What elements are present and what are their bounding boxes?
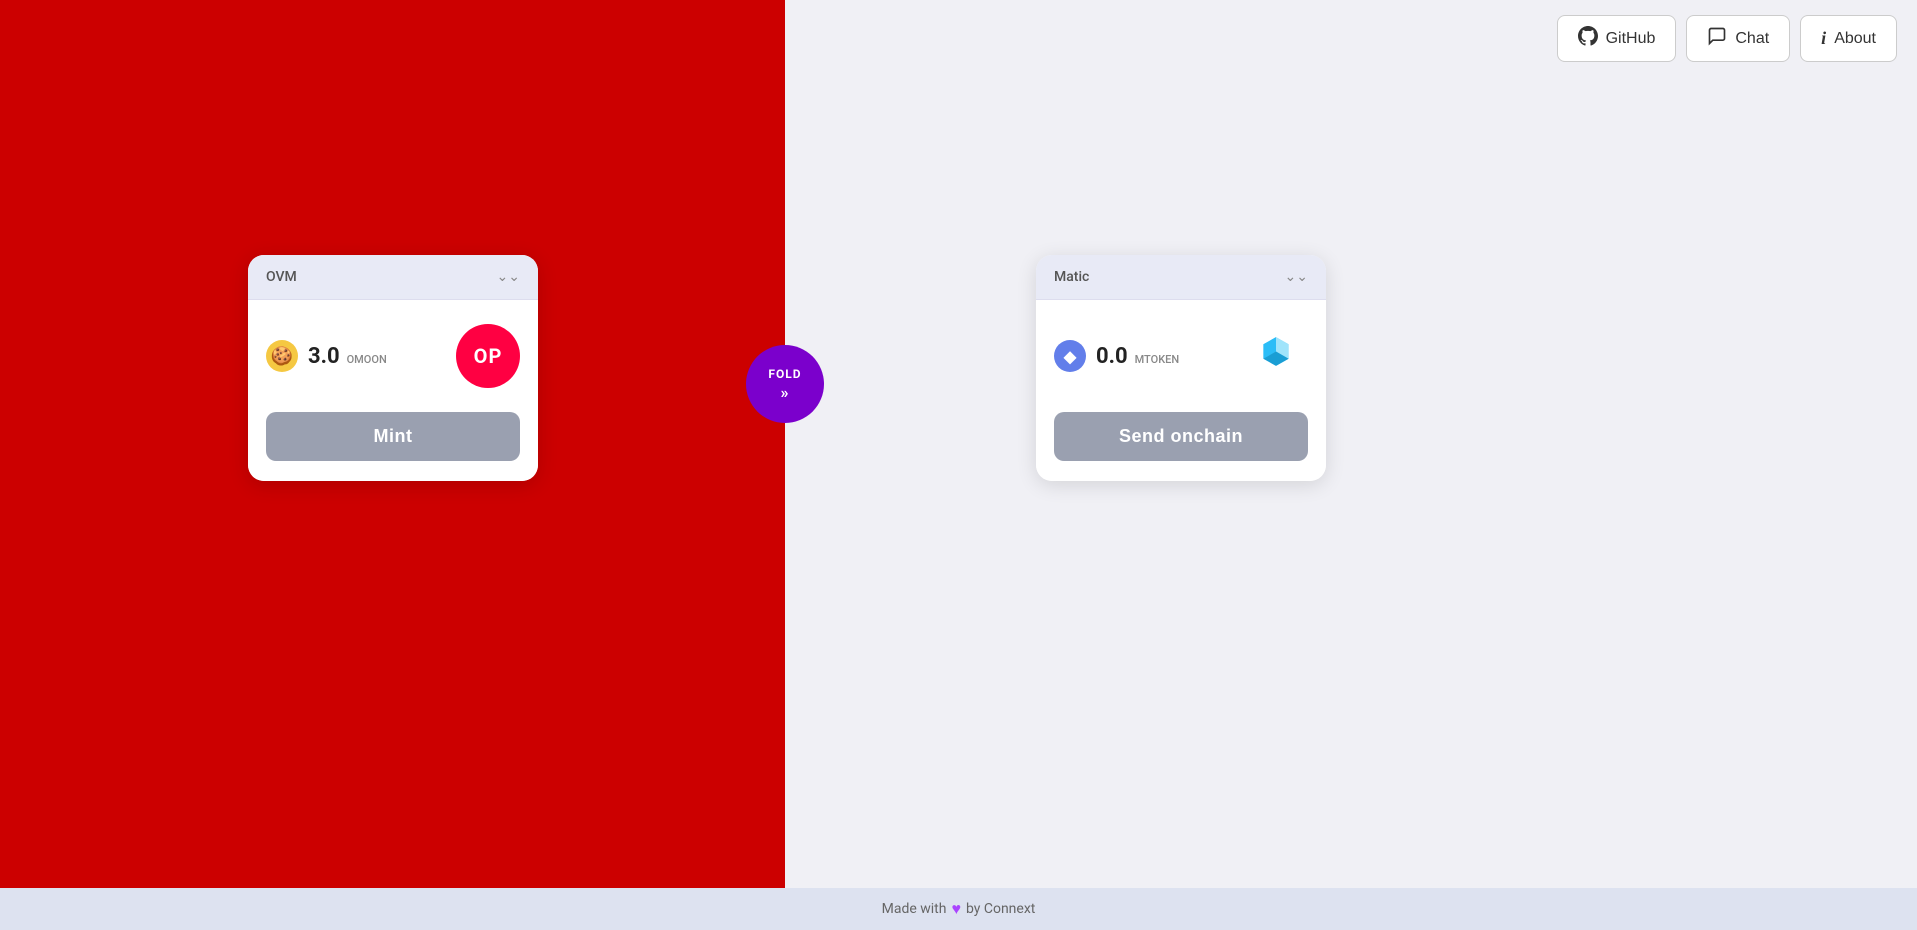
github-button[interactable]: GitHub bbox=[1557, 15, 1677, 62]
eth-icon: ◆ bbox=[1054, 340, 1086, 372]
ovm-token-info: 🍪 3.0 OMOON bbox=[266, 340, 387, 372]
ovm-token-amount: 3.0 bbox=[308, 344, 340, 369]
matic-amount-group: 0.0 MTOKEN bbox=[1096, 344, 1179, 369]
matic-card-header: Matic ⌄⌄ bbox=[1036, 255, 1326, 300]
info-icon: i bbox=[1821, 28, 1826, 49]
matic-card-body: ◆ 0.0 MTOKEN Send onchain bbox=[1036, 300, 1326, 481]
matic-logo bbox=[1244, 324, 1308, 388]
ovm-chevron-icon[interactable]: ⌄⌄ bbox=[497, 269, 520, 285]
ovm-amount-group: 3.0 OMOON bbox=[308, 344, 387, 369]
about-button[interactable]: i About bbox=[1800, 15, 1897, 62]
background-right bbox=[785, 0, 1917, 930]
omoon-icon: 🍪 bbox=[266, 340, 298, 372]
matic-chevron-icon[interactable]: ⌄⌄ bbox=[1285, 269, 1308, 285]
send-onchain-button[interactable]: Send onchain bbox=[1054, 412, 1308, 461]
chat-label: Chat bbox=[1735, 30, 1769, 48]
footer: Made with ♥ by Connext bbox=[0, 888, 1917, 930]
header-nav: GitHub Chat i About bbox=[1537, 0, 1917, 77]
matic-token-row: ◆ 0.0 MTOKEN bbox=[1054, 324, 1308, 388]
chat-button[interactable]: Chat bbox=[1686, 15, 1790, 62]
fold-arrows-icon: » bbox=[781, 383, 790, 402]
fold-label: FOLD bbox=[768, 367, 801, 381]
about-label: About bbox=[1834, 30, 1876, 48]
mint-button[interactable]: Mint bbox=[266, 412, 520, 461]
heart-icon: ♥ bbox=[951, 899, 961, 919]
matic-card: Matic ⌄⌄ ◆ 0.0 MTOKEN Send onchai bbox=[1036, 255, 1326, 481]
ovm-card: OVM ⌄⌄ 🍪 3.0 OMOON OP Mint bbox=[248, 255, 538, 481]
github-label: GitHub bbox=[1606, 30, 1656, 48]
fold-button[interactable]: FOLD » bbox=[746, 345, 824, 423]
github-icon bbox=[1578, 26, 1598, 51]
matic-network-label: Matic bbox=[1054, 269, 1089, 285]
footer-by: by Connext bbox=[966, 901, 1035, 917]
matic-token-amount: 0.0 bbox=[1096, 344, 1128, 369]
matic-token-symbol: MTOKEN bbox=[1135, 353, 1180, 366]
op-logo: OP bbox=[456, 324, 520, 388]
footer-text: Made with bbox=[882, 901, 947, 917]
ovm-token-row: 🍪 3.0 OMOON OP bbox=[266, 324, 520, 388]
ovm-card-header: OVM ⌄⌄ bbox=[248, 255, 538, 300]
ovm-token-symbol: OMOON bbox=[347, 353, 387, 366]
matic-token-info: ◆ 0.0 MTOKEN bbox=[1054, 340, 1179, 372]
ovm-network-label: OVM bbox=[266, 269, 297, 285]
op-label: OP bbox=[474, 344, 503, 368]
ovm-card-body: 🍪 3.0 OMOON OP Mint bbox=[248, 300, 538, 481]
chat-icon bbox=[1707, 26, 1727, 51]
